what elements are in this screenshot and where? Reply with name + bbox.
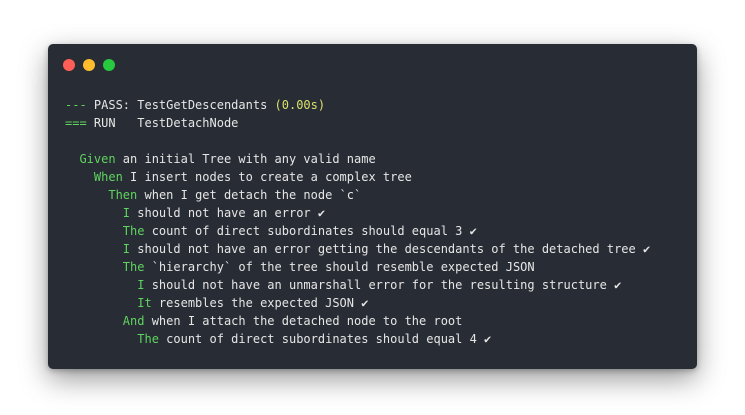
line-text: count of direct subordinates should equa… [158,332,485,346]
line-text: an initial Tree with any valid name [115,152,376,166]
status-prefix: === [65,116,87,130]
terminal-line: --- PASS: TestGetDescendants (0.00s) [65,96,687,114]
step-keyword: The [122,260,145,274]
step-keyword: Given [79,152,116,166]
terminal-line: When I insert nodes to create a complex … [65,168,687,186]
window-controls [63,59,115,71]
terminal-output: --- PASS: TestGetDescendants (0.00s) === … [65,96,687,348]
checkmark-icon: ✔ [642,242,651,256]
line-text: `hierarchy` of the tree should resemble … [144,260,535,274]
terminal-line: I should not have an unmarshall error fo… [65,276,687,294]
step-keyword: Then [108,188,138,202]
line-text: PASS: TestGetDescendants [86,98,275,112]
terminal-line: I should not have an error ✔ [65,204,687,222]
terminal-line: === RUN TestDetachNode [65,114,687,132]
checkmark-icon: ✔ [484,332,492,346]
checkmark-icon: ✔ [614,278,622,292]
terminal-line: I should not have an error getting the d… [65,240,687,258]
step-keyword: And [122,314,145,328]
status-prefix: --- [65,98,87,112]
checkmark-icon: ✔ [469,224,477,238]
line-text: should not have an unmarshall error for … [144,278,615,292]
checkmark-icon: ✔ [361,296,369,310]
terminal-line: Then when I get detach the node `c` [65,186,687,204]
minimize-button[interactable] [83,59,95,71]
line-text: should not have an error getting the des… [130,242,643,256]
close-button[interactable] [63,59,75,71]
line-text: when I attach the detached node to the r… [144,314,463,328]
line-text: should not have an error [130,206,318,220]
terminal-line: The count of direct subordinates should … [65,330,687,348]
terminal-window: --- PASS: TestGetDescendants (0.00s) === … [48,44,697,369]
step-keyword: I [122,242,131,256]
step-keyword: The [137,332,159,346]
terminal-line: The `hierarchy` of the tree should resem… [65,258,687,276]
terminal-line: Given an initial Tree with any valid nam… [65,150,687,168]
step-keyword: When [93,170,123,184]
maximize-button[interactable] [103,59,115,71]
duration-label: (0.00s) [274,98,326,112]
line-text: RUN TestDetachNode [86,116,239,130]
step-keyword: The [122,224,145,238]
terminal-line: It resembles the expected JSON ✔ [65,294,687,312]
checkmark-icon: ✔ [317,206,326,220]
terminal-line: And when I attach the detached node to t… [65,312,687,330]
line-text: when I get detach the node `c` [137,188,362,202]
step-keyword: I [122,206,131,220]
terminal-line: The count of direct subordinates should … [65,222,687,240]
line-text: I insert nodes to create a complex tree [122,170,412,184]
line-text: count of direct subordinates should equa… [144,224,470,238]
step-keyword: It [137,296,152,310]
line-text: resembles the expected JSON [151,296,362,310]
